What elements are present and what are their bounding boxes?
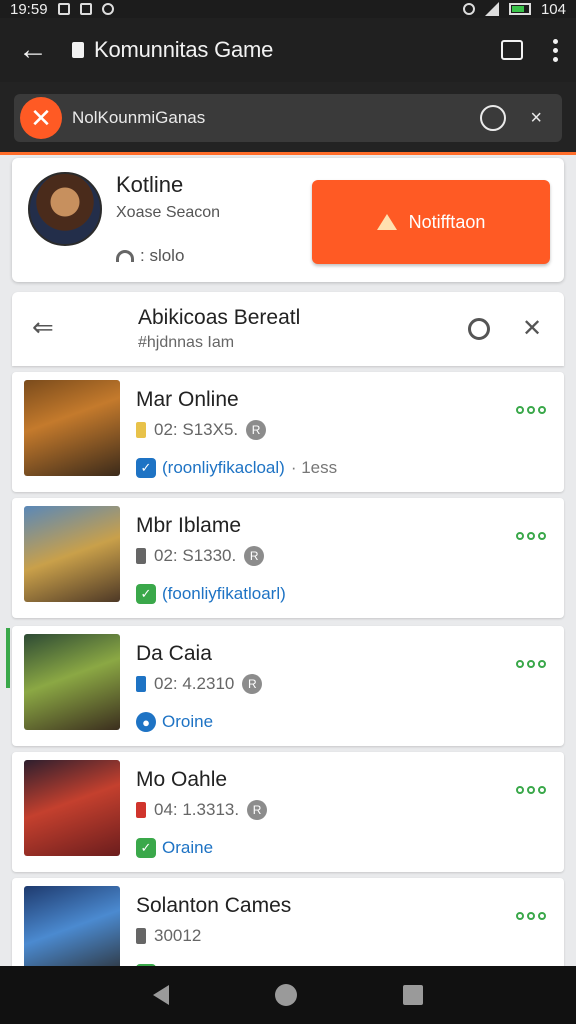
close-icon[interactable]: × xyxy=(530,107,542,130)
game-thumbnail[interactable] xyxy=(24,380,120,476)
section-subtitle: #hjdnnas Iam xyxy=(138,334,235,351)
message-icon xyxy=(79,3,92,15)
game-name: Mo Oahle xyxy=(136,768,228,791)
more-menu-icon[interactable] xyxy=(553,38,558,62)
rating-icon: R xyxy=(247,800,268,820)
game-name: Solanton Cames xyxy=(136,894,292,917)
game-meta: 04: 1.3313. R xyxy=(136,800,268,820)
more-options-icon[interactable] xyxy=(516,912,546,920)
game-thumbnail[interactable] xyxy=(24,634,120,730)
profile-name: Kotline xyxy=(116,172,184,197)
rating-icon: R xyxy=(246,420,267,440)
rating-icon: R xyxy=(244,546,265,566)
more-options-icon[interactable] xyxy=(516,532,546,540)
game-status: ● Oroine xyxy=(136,712,219,732)
battery-text: 104 xyxy=(540,0,566,18)
game-name: Mbr Iblame xyxy=(136,514,242,537)
clock: 19:59 xyxy=(10,0,48,18)
game-list-item[interactable]: Mar Online 02: S13X5. R ✓ (roonliyfikacloal)… xyxy=(12,372,564,492)
game-status: ✓ (foonliyfikatloarl) xyxy=(136,584,292,604)
notification-button[interactable]: Notifftaon xyxy=(312,180,550,264)
status-check-icon: ✓ xyxy=(136,458,156,478)
profile-stat-text: : slolo xyxy=(140,246,185,265)
back-icon[interactable]: ⇐ xyxy=(32,312,54,343)
game-meta-text: 02: 4.2310 xyxy=(154,674,235,693)
section-header: ⇐ Abikicoas Bereatl #hjdnnas Iam ✕ xyxy=(12,292,564,366)
bell-icon xyxy=(376,214,397,230)
game-chip-icon xyxy=(136,928,146,944)
game-name: Da Caia xyxy=(136,642,212,665)
game-list-item[interactable]: Mo Oahle 04: 1.3313. R ✓ Oraine xyxy=(12,752,564,872)
more-options-icon[interactable] xyxy=(516,660,546,668)
game-name: Mar Online xyxy=(136,388,239,411)
status-check-icon: ✓ xyxy=(136,584,156,604)
connection-icon xyxy=(116,250,134,262)
url-bar[interactable]: ✕ NolKounmiGanas × xyxy=(14,94,562,142)
url-bar-container: ✕ NolKounmiGanas × xyxy=(0,82,576,155)
game-chip-icon xyxy=(136,802,146,818)
section-title: Abikicoas Bereatl xyxy=(138,306,301,329)
nav-recents-icon[interactable] xyxy=(403,985,423,1005)
back-arrow-icon[interactable]: ← xyxy=(18,33,54,67)
game-thumbnail[interactable] xyxy=(24,506,120,602)
signal-icon xyxy=(484,2,499,16)
game-meta-text: 30012 xyxy=(154,926,202,945)
game-chip-icon xyxy=(136,676,146,692)
tabs-icon[interactable] xyxy=(501,40,523,60)
game-thumbnail[interactable] xyxy=(24,760,120,856)
status-check-icon: ● xyxy=(136,712,156,732)
game-meta: 30012 xyxy=(136,926,201,946)
more-options-icon[interactable] xyxy=(516,406,546,414)
game-meta: 02: S13X5. R xyxy=(136,420,267,440)
profile-stat: : slolo xyxy=(116,246,184,266)
status-bar: 19:59 104 xyxy=(0,0,576,18)
game-meta-text: 04: 1.3313. xyxy=(154,800,240,819)
lock-icon xyxy=(72,42,84,58)
battery-icon xyxy=(508,3,531,15)
game-status: ✓ (roonliyfikacloal) · 1ess xyxy=(136,458,337,478)
nav-home-icon[interactable] xyxy=(275,984,297,1006)
profile-subtitle: Xoase Seacon xyxy=(116,204,221,221)
status-check-icon: ✓ xyxy=(136,838,156,858)
game-meta-text: 02: S1330. xyxy=(154,546,237,565)
system-nav-bar xyxy=(0,966,576,1024)
more-options-icon[interactable] xyxy=(516,786,546,794)
game-list-item[interactable]: Mbr Iblame 02: S1330. R ✓ (foonliyfikatloarl… xyxy=(12,498,564,618)
game-meta: 02: S1330. R xyxy=(136,546,265,566)
game-meta: 02: 4.2310 R xyxy=(136,674,263,694)
profile-card: Kotline Xoase Seacon : slolo Notifftaon xyxy=(12,158,564,282)
app-notification-icon xyxy=(101,3,114,15)
app-bar: ← Komunnitas Game xyxy=(0,18,576,82)
game-chip-icon xyxy=(136,422,146,438)
close-icon[interactable]: ✕ xyxy=(522,314,542,343)
game-meta-text: 02: S13X5. xyxy=(154,420,239,439)
notification-icon xyxy=(57,3,70,15)
game-status-label[interactable]: Oroine xyxy=(162,712,213,732)
wifi-icon xyxy=(462,3,475,15)
page-title: Komunnitas Game xyxy=(94,37,274,62)
notification-label: Notifftaon xyxy=(408,211,486,232)
game-chip-icon xyxy=(136,548,146,564)
site-logo: ✕ xyxy=(20,97,62,139)
game-list-item[interactable]: Da Caia 02: 4.2310 R ● Oroine xyxy=(12,626,564,746)
avatar[interactable] xyxy=(28,172,102,246)
game-status-label[interactable]: Oraine xyxy=(162,838,213,858)
game-status: ✓ Oraine xyxy=(136,838,219,858)
rating-icon: R xyxy=(242,674,263,694)
settings-icon[interactable] xyxy=(468,318,490,340)
game-status-label[interactable]: (roonliyfikacloal) xyxy=(162,458,285,478)
url-text[interactable]: NolKounmiGanas xyxy=(72,108,480,128)
user-icon[interactable] xyxy=(480,105,507,131)
game-status-extra: · 1ess xyxy=(290,458,338,477)
active-indicator xyxy=(6,628,10,688)
nav-back-icon[interactable] xyxy=(153,985,169,1005)
game-status-label[interactable]: (foonliyfikatloarl) xyxy=(162,584,286,604)
